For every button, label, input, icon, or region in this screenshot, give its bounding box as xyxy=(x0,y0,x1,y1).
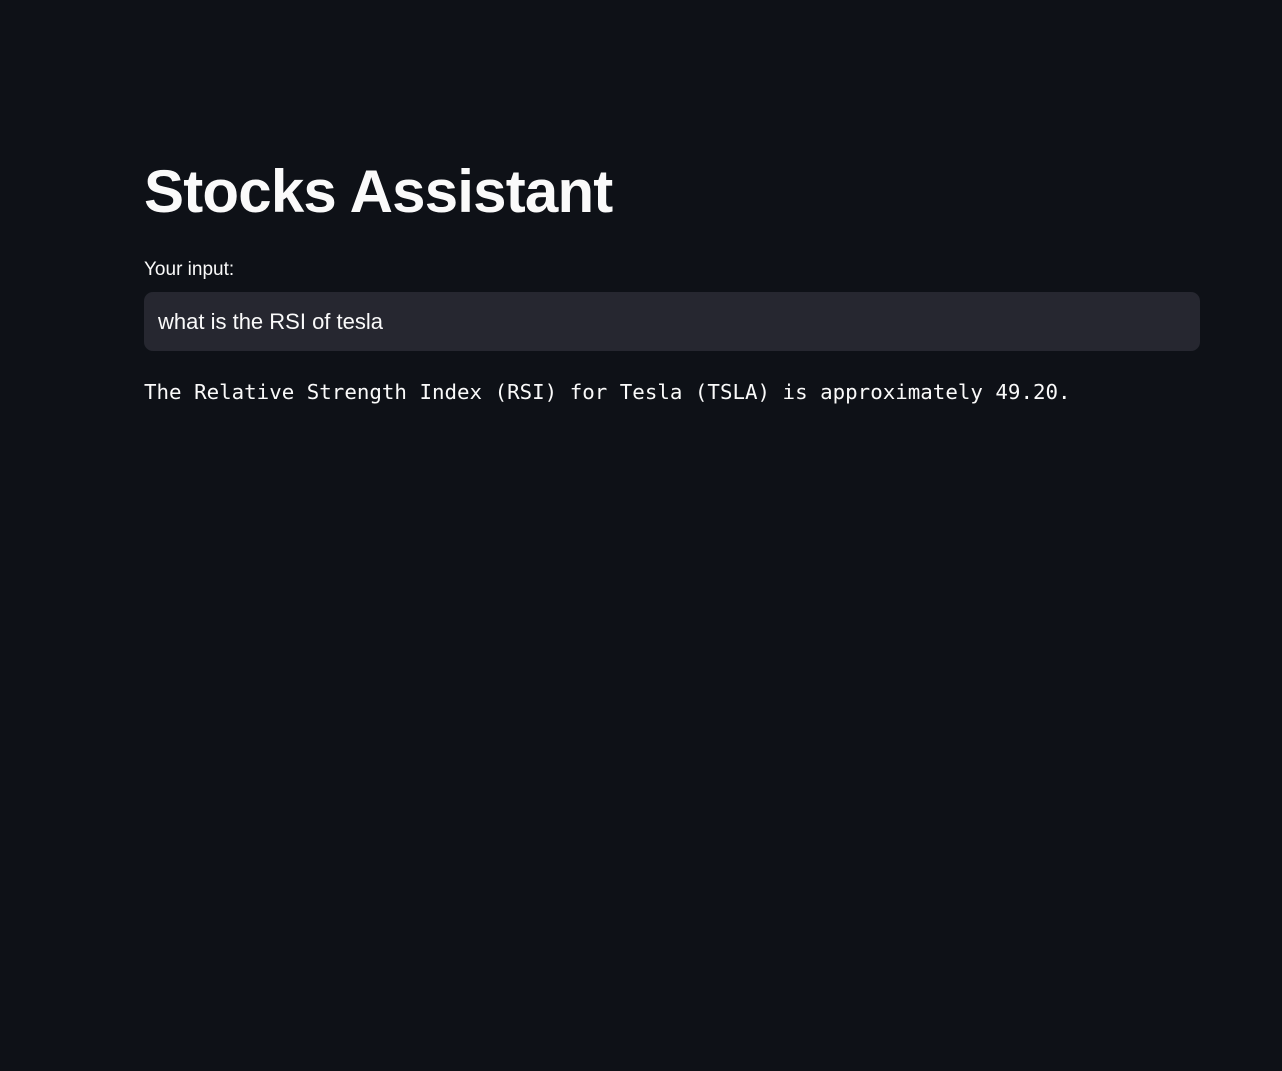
page-title: Stocks Assistant xyxy=(144,158,613,225)
input-container xyxy=(144,292,1200,351)
input-label: Your input: xyxy=(144,259,235,280)
assistant-response: The Relative Strength Index (RSI) for Te… xyxy=(144,380,1071,404)
app-container: Stocks Assistant Your input: The Relativ… xyxy=(0,0,1282,1071)
query-input[interactable] xyxy=(144,292,1200,351)
main-content: Stocks Assistant Your input: The Relativ… xyxy=(144,150,1200,406)
